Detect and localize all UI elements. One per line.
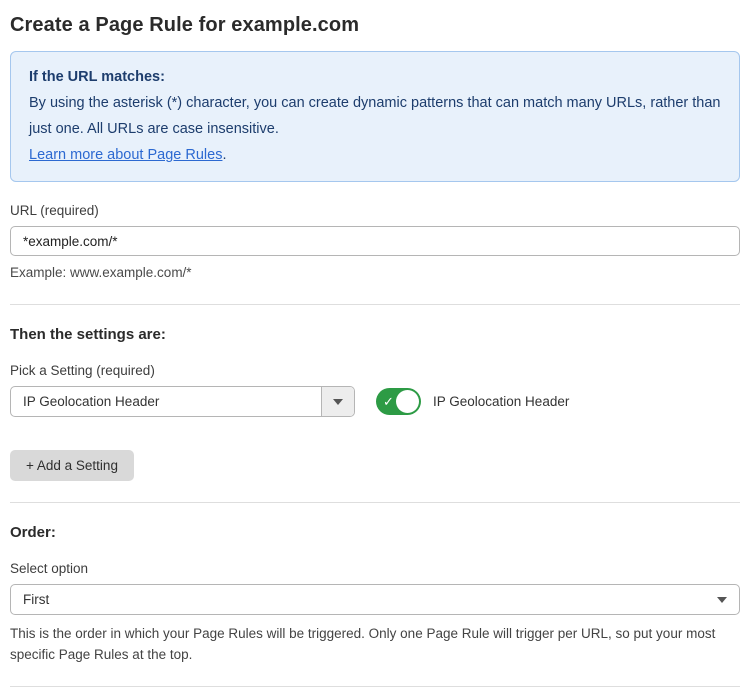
order-select-label: Select option [10,561,740,576]
setting-row: IP Geolocation Header ✓ IP Geolocation H… [10,386,740,417]
order-help-text: This is the order in which your Page Rul… [10,623,740,665]
chevron-down-icon [717,597,727,603]
setting-select[interactable]: IP Geolocation Header [10,386,355,417]
toggle-label: IP Geolocation Header [433,394,569,409]
divider [10,502,740,503]
add-setting-button[interactable]: + Add a Setting [10,450,134,481]
url-match-info-box: If the URL matches: By using the asteris… [10,51,740,182]
settings-section-heading: Then the settings are: [10,326,740,343]
toggle-knob [396,390,419,413]
page-title: Create a Page Rule for example.com [10,14,740,37]
page-rule-form: Create a Page Rule for example.com If th… [0,0,750,687]
setting-select-arrow-button[interactable] [321,387,354,416]
link-suffix: . [222,147,226,163]
url-example-text: Example: www.example.com/* [10,263,740,283]
order-select-value: First [23,592,49,607]
chevron-down-icon [333,399,343,405]
info-box-link-line: Learn more about Page Rules. [29,142,721,168]
checkmark-icon: ✓ [383,395,394,408]
setting-picker-label: Pick a Setting (required) [10,363,740,378]
info-box-heading: If the URL matches: [29,64,721,90]
order-section-heading: Order: [10,524,740,541]
order-select[interactable]: First [10,584,740,615]
setting-select-value: IP Geolocation Header [11,387,321,416]
learn-more-link[interactable]: Learn more about Page Rules [29,147,222,163]
info-box-body: By using the asterisk (*) character, you… [29,90,721,142]
url-field-label: URL (required) [10,203,740,218]
url-input[interactable] [10,226,740,256]
divider [10,304,740,305]
ip-geolocation-toggle[interactable]: ✓ [376,388,421,415]
